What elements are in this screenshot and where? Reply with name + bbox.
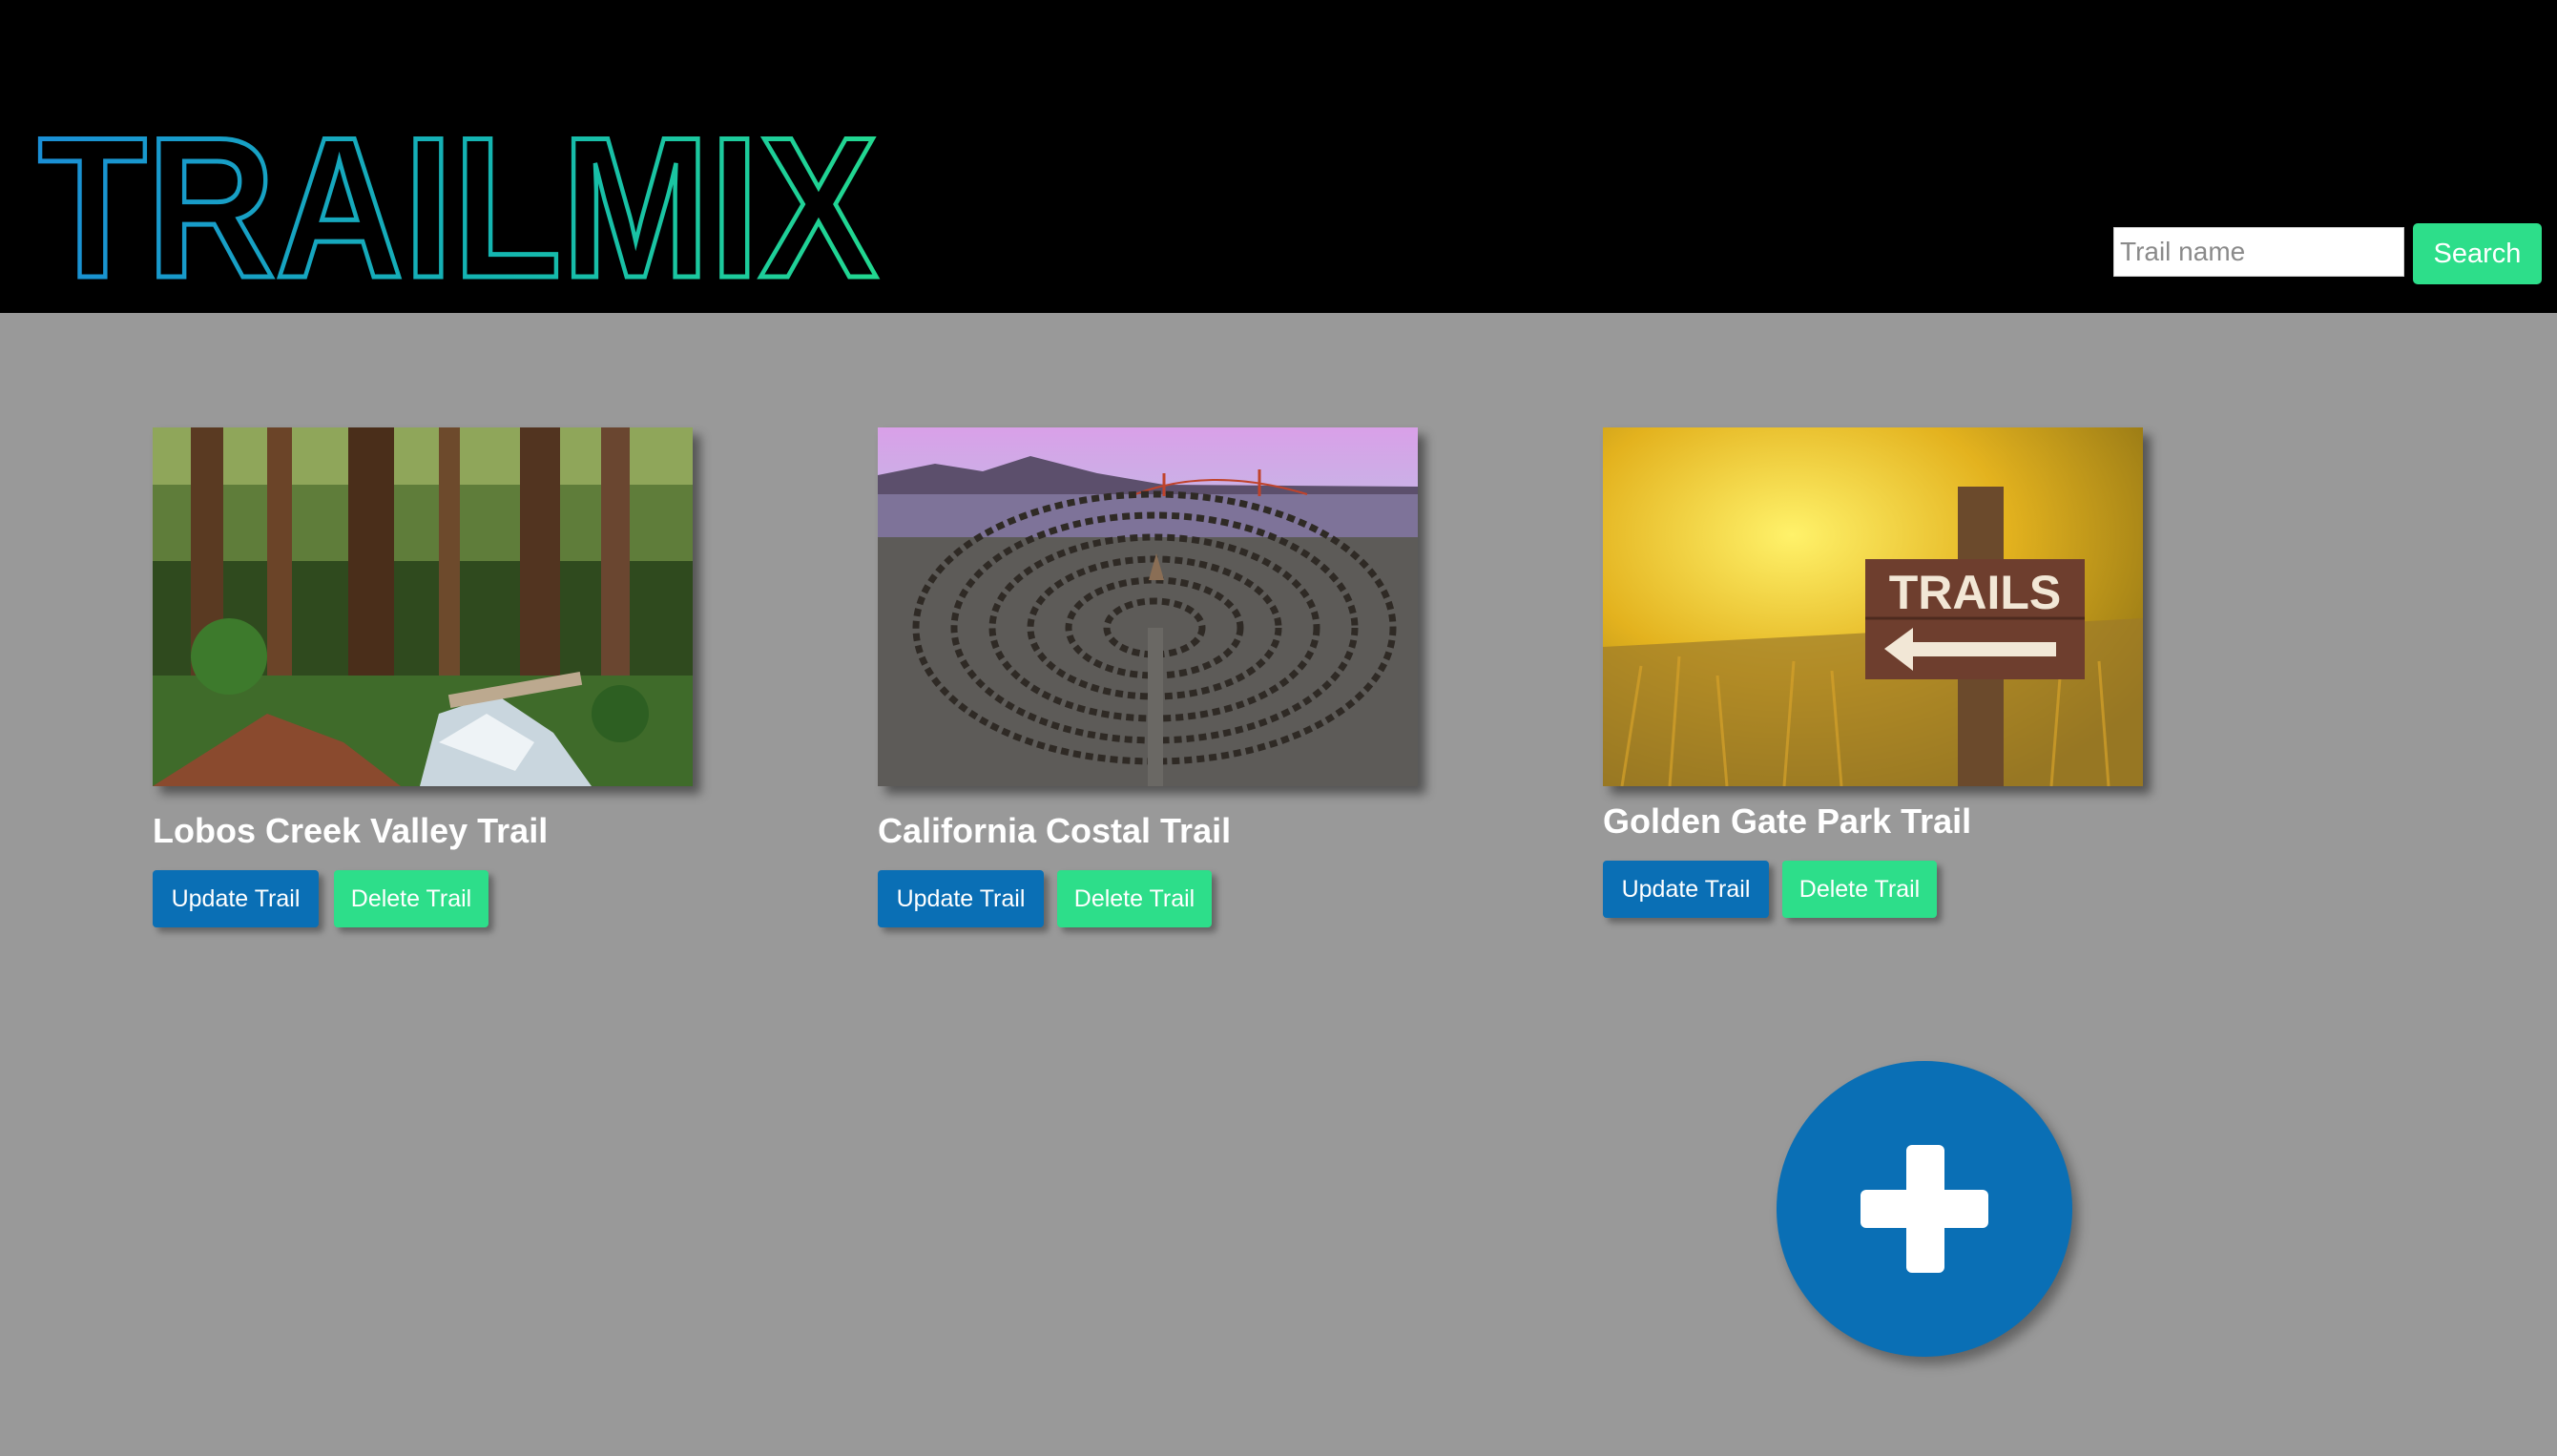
header: TRAILMIX Search: [0, 0, 2557, 322]
logo-text: TRAILMIX: [38, 114, 878, 286]
search-button[interactable]: Search: [2413, 223, 2542, 284]
delete-trail-button[interactable]: Delete Trail: [1057, 870, 1212, 927]
logo-mark: TRAILMIX: [36, 94, 881, 322]
forest-creek-photo: [153, 427, 693, 786]
svg-text:TRAILS: TRAILS: [1889, 566, 2062, 619]
trail-image[interactable]: [878, 427, 1418, 786]
update-trail-button[interactable]: Update Trail: [153, 870, 319, 927]
trail-title: Lobos Creek Valley Trail: [153, 811, 549, 850]
trailmix-logo[interactable]: TRAILMIX: [36, 94, 885, 322]
trail-title: Golden Gate Park Trail: [1603, 801, 1972, 841]
delete-trail-button[interactable]: Delete Trail: [334, 870, 489, 927]
update-trail-button[interactable]: Update Trail: [878, 870, 1044, 927]
trail-card: Lobos Creek Valley Trail Update Trail De…: [153, 427, 696, 933]
add-trail-button[interactable]: [1777, 1061, 2072, 1357]
trail-card: California Costal Trail Update Trail Del…: [878, 427, 1422, 933]
delete-trail-button[interactable]: Delete Trail: [1782, 861, 1937, 918]
trail-title: California Costal Trail: [878, 811, 1232, 850]
trail-card: TRAILS Golden Gate Park Trail Update Tra…: [1603, 427, 2147, 924]
labyrinth-golden-gate-photo: [878, 427, 1418, 786]
search-input[interactable]: [2113, 227, 2404, 277]
update-trail-button[interactable]: Update Trail: [1603, 861, 1769, 918]
trails-sign-photo: TRAILS: [1603, 427, 2143, 786]
trail-image[interactable]: [153, 427, 693, 786]
trail-image[interactable]: TRAILS: [1603, 427, 2143, 786]
